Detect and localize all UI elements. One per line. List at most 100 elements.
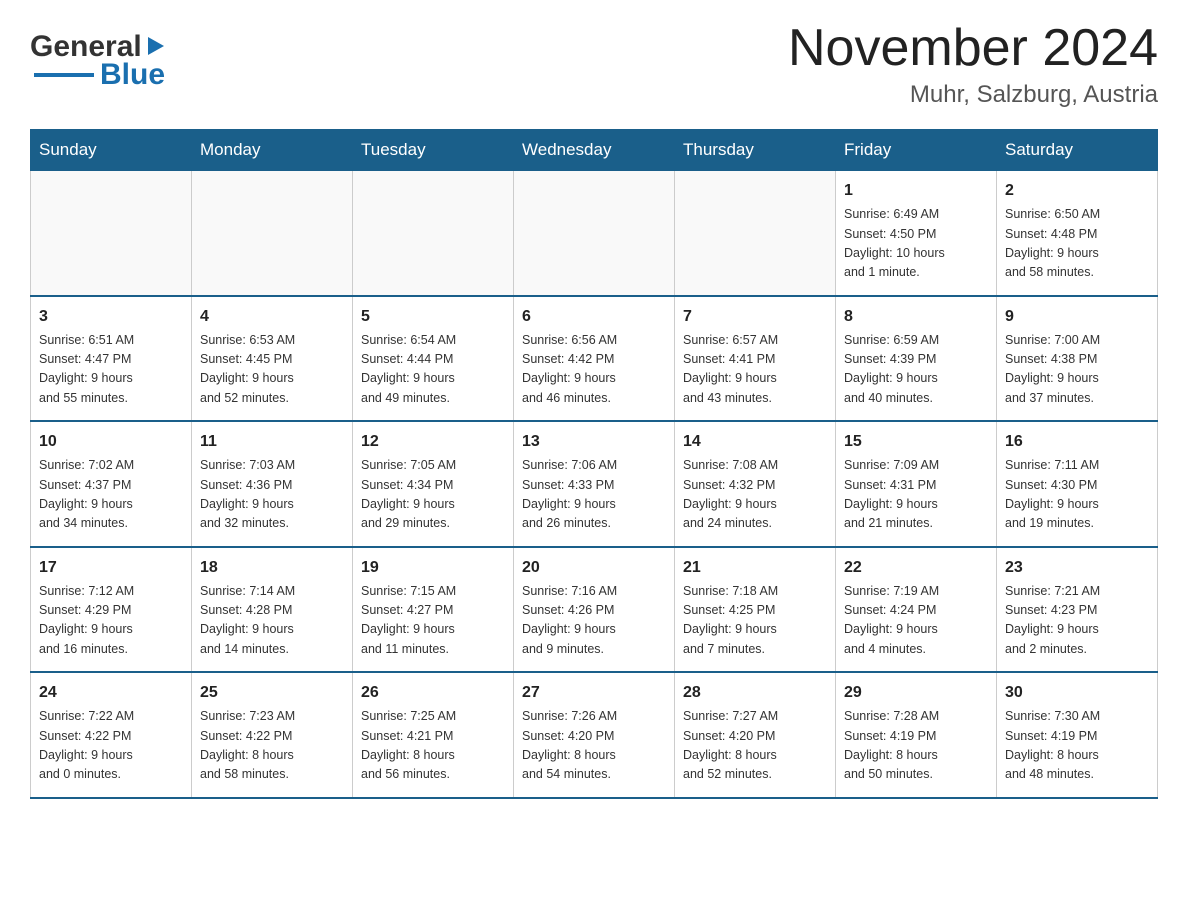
- day-number: 20: [522, 556, 666, 580]
- day-number: 23: [1005, 556, 1149, 580]
- title-block: November 2024 Muhr, Salzburg, Austria: [788, 20, 1158, 109]
- table-row: 29Sunrise: 7:28 AMSunset: 4:19 PMDayligh…: [836, 672, 997, 798]
- day-number: 2: [1005, 179, 1149, 203]
- calendar-week-row: 17Sunrise: 7:12 AMSunset: 4:29 PMDayligh…: [31, 547, 1158, 673]
- day-info: Sunrise: 7:14 AMSunset: 4:28 PMDaylight:…: [200, 582, 344, 660]
- day-number: 10: [39, 430, 183, 454]
- day-number: 11: [200, 430, 344, 454]
- day-info: Sunrise: 6:59 AMSunset: 4:39 PMDaylight:…: [844, 331, 988, 409]
- day-info: Sunrise: 7:15 AMSunset: 4:27 PMDaylight:…: [361, 582, 505, 660]
- page-header: General Blue November 2024 Muhr, Salzbur…: [30, 20, 1158, 109]
- calendar-table: Sunday Monday Tuesday Wednesday Thursday…: [30, 129, 1158, 799]
- calendar-week-row: 3Sunrise: 6:51 AMSunset: 4:47 PMDaylight…: [31, 296, 1158, 422]
- table-row: 24Sunrise: 7:22 AMSunset: 4:22 PMDayligh…: [31, 672, 192, 798]
- calendar-week-row: 10Sunrise: 7:02 AMSunset: 4:37 PMDayligh…: [31, 421, 1158, 547]
- table-row: 17Sunrise: 7:12 AMSunset: 4:29 PMDayligh…: [31, 547, 192, 673]
- calendar-week-row: 24Sunrise: 7:22 AMSunset: 4:22 PMDayligh…: [31, 672, 1158, 798]
- day-number: 4: [200, 305, 344, 329]
- location-subtitle: Muhr, Salzburg, Austria: [788, 81, 1158, 109]
- day-number: 5: [361, 305, 505, 329]
- col-wednesday: Wednesday: [514, 130, 675, 171]
- day-info: Sunrise: 7:11 AMSunset: 4:30 PMDaylight:…: [1005, 456, 1149, 534]
- day-number: 1: [844, 179, 988, 203]
- day-info: Sunrise: 6:50 AMSunset: 4:48 PMDaylight:…: [1005, 205, 1149, 283]
- table-row: 1Sunrise: 6:49 AMSunset: 4:50 PMDaylight…: [836, 171, 997, 296]
- day-info: Sunrise: 6:54 AMSunset: 4:44 PMDaylight:…: [361, 331, 505, 409]
- table-row: 28Sunrise: 7:27 AMSunset: 4:20 PMDayligh…: [675, 672, 836, 798]
- page-title: November 2024: [788, 20, 1158, 77]
- day-info: Sunrise: 7:23 AMSunset: 4:22 PMDaylight:…: [200, 707, 344, 785]
- day-number: 22: [844, 556, 988, 580]
- day-number: 19: [361, 556, 505, 580]
- day-number: 25: [200, 681, 344, 705]
- day-number: 16: [1005, 430, 1149, 454]
- day-number: 12: [361, 430, 505, 454]
- day-info: Sunrise: 7:03 AMSunset: 4:36 PMDaylight:…: [200, 456, 344, 534]
- table-row: 13Sunrise: 7:06 AMSunset: 4:33 PMDayligh…: [514, 421, 675, 547]
- table-row: 11Sunrise: 7:03 AMSunset: 4:36 PMDayligh…: [192, 421, 353, 547]
- table-row: 22Sunrise: 7:19 AMSunset: 4:24 PMDayligh…: [836, 547, 997, 673]
- day-info: Sunrise: 7:26 AMSunset: 4:20 PMDaylight:…: [522, 707, 666, 785]
- day-info: Sunrise: 7:30 AMSunset: 4:19 PMDaylight:…: [1005, 707, 1149, 785]
- logo-triangle-icon: [144, 35, 166, 57]
- day-number: 13: [522, 430, 666, 454]
- table-row: 16Sunrise: 7:11 AMSunset: 4:30 PMDayligh…: [997, 421, 1158, 547]
- table-row: 23Sunrise: 7:21 AMSunset: 4:23 PMDayligh…: [997, 547, 1158, 673]
- day-number: 18: [200, 556, 344, 580]
- table-row: [353, 171, 514, 296]
- day-number: 7: [683, 305, 827, 329]
- table-row: 6Sunrise: 6:56 AMSunset: 4:42 PMDaylight…: [514, 296, 675, 422]
- table-row: 18Sunrise: 7:14 AMSunset: 4:28 PMDayligh…: [192, 547, 353, 673]
- day-info: Sunrise: 7:02 AMSunset: 4:37 PMDaylight:…: [39, 456, 183, 534]
- day-info: Sunrise: 6:53 AMSunset: 4:45 PMDaylight:…: [200, 331, 344, 409]
- day-number: 6: [522, 305, 666, 329]
- day-info: Sunrise: 7:27 AMSunset: 4:20 PMDaylight:…: [683, 707, 827, 785]
- col-sunday: Sunday: [31, 130, 192, 171]
- day-info: Sunrise: 6:57 AMSunset: 4:41 PMDaylight:…: [683, 331, 827, 409]
- day-info: Sunrise: 7:05 AMSunset: 4:34 PMDaylight:…: [361, 456, 505, 534]
- col-saturday: Saturday: [997, 130, 1158, 171]
- table-row: 8Sunrise: 6:59 AMSunset: 4:39 PMDaylight…: [836, 296, 997, 422]
- day-number: 29: [844, 681, 988, 705]
- table-row: 2Sunrise: 6:50 AMSunset: 4:48 PMDaylight…: [997, 171, 1158, 296]
- day-number: 9: [1005, 305, 1149, 329]
- table-row: 9Sunrise: 7:00 AMSunset: 4:38 PMDaylight…: [997, 296, 1158, 422]
- day-number: 24: [39, 681, 183, 705]
- day-info: Sunrise: 6:51 AMSunset: 4:47 PMDaylight:…: [39, 331, 183, 409]
- table-row: 26Sunrise: 7:25 AMSunset: 4:21 PMDayligh…: [353, 672, 514, 798]
- day-number: 21: [683, 556, 827, 580]
- day-number: 30: [1005, 681, 1149, 705]
- day-info: Sunrise: 7:22 AMSunset: 4:22 PMDaylight:…: [39, 707, 183, 785]
- table-row: 15Sunrise: 7:09 AMSunset: 4:31 PMDayligh…: [836, 421, 997, 547]
- day-number: 3: [39, 305, 183, 329]
- day-number: 15: [844, 430, 988, 454]
- table-row: 4Sunrise: 6:53 AMSunset: 4:45 PMDaylight…: [192, 296, 353, 422]
- col-friday: Friday: [836, 130, 997, 171]
- day-info: Sunrise: 7:00 AMSunset: 4:38 PMDaylight:…: [1005, 331, 1149, 409]
- day-info: Sunrise: 7:18 AMSunset: 4:25 PMDaylight:…: [683, 582, 827, 660]
- day-number: 14: [683, 430, 827, 454]
- day-info: Sunrise: 7:16 AMSunset: 4:26 PMDaylight:…: [522, 582, 666, 660]
- table-row: 30Sunrise: 7:30 AMSunset: 4:19 PMDayligh…: [997, 672, 1158, 798]
- day-number: 26: [361, 681, 505, 705]
- table-row: [192, 171, 353, 296]
- table-row: 12Sunrise: 7:05 AMSunset: 4:34 PMDayligh…: [353, 421, 514, 547]
- day-info: Sunrise: 7:06 AMSunset: 4:33 PMDaylight:…: [522, 456, 666, 534]
- table-row: 5Sunrise: 6:54 AMSunset: 4:44 PMDaylight…: [353, 296, 514, 422]
- day-info: Sunrise: 7:21 AMSunset: 4:23 PMDaylight:…: [1005, 582, 1149, 660]
- logo: General Blue: [30, 20, 166, 92]
- table-row: 14Sunrise: 7:08 AMSunset: 4:32 PMDayligh…: [675, 421, 836, 547]
- col-tuesday: Tuesday: [353, 130, 514, 171]
- table-row: 3Sunrise: 6:51 AMSunset: 4:47 PMDaylight…: [31, 296, 192, 422]
- table-row: [675, 171, 836, 296]
- day-number: 27: [522, 681, 666, 705]
- table-row: 20Sunrise: 7:16 AMSunset: 4:26 PMDayligh…: [514, 547, 675, 673]
- day-info: Sunrise: 6:49 AMSunset: 4:50 PMDaylight:…: [844, 205, 988, 283]
- day-number: 28: [683, 681, 827, 705]
- col-monday: Monday: [192, 130, 353, 171]
- table-row: 10Sunrise: 7:02 AMSunset: 4:37 PMDayligh…: [31, 421, 192, 547]
- logo-blue: Blue: [100, 58, 165, 92]
- day-info: Sunrise: 7:28 AMSunset: 4:19 PMDaylight:…: [844, 707, 988, 785]
- day-number: 8: [844, 305, 988, 329]
- table-row: [514, 171, 675, 296]
